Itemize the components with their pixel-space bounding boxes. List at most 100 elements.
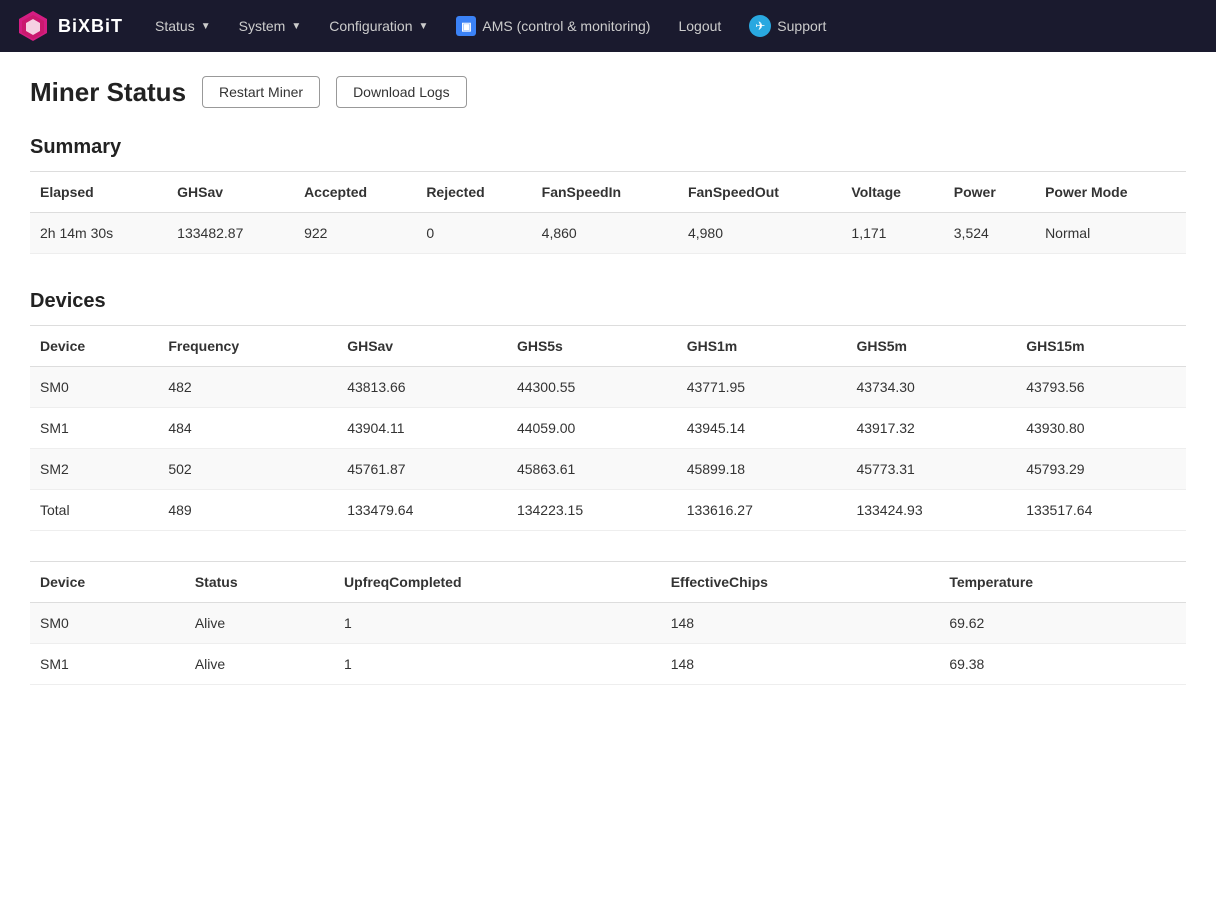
col-accepted: Accepted bbox=[294, 172, 416, 213]
chevron-down-icon: ▼ bbox=[201, 21, 211, 32]
cell-upfreq: 1 bbox=[334, 603, 661, 644]
table-row: 2h 14m 30s 133482.87 922 0 4,860 4,980 1… bbox=[30, 213, 1186, 254]
cell-ghs5m: 133424.93 bbox=[846, 490, 1016, 531]
devices-status-table: Device Status UpfreqCompleted EffectiveC… bbox=[30, 561, 1186, 685]
devices-section: Devices Device Frequency GHSav GHS5s GHS… bbox=[30, 290, 1186, 685]
cell-ghs5s: 134223.15 bbox=[507, 490, 677, 531]
col-fanspeedin: FanSpeedIn bbox=[532, 172, 678, 213]
cell-device: SM1 bbox=[30, 408, 158, 449]
cell-ghs5m: 43734.30 bbox=[846, 367, 1016, 408]
cell-frequency: 489 bbox=[158, 490, 337, 531]
cell-status: Alive bbox=[185, 644, 334, 685]
summary-title: Summary bbox=[30, 136, 1186, 159]
table-row: SM0 482 43813.66 44300.55 43771.95 43734… bbox=[30, 367, 1186, 408]
cell-ghs1m: 45899.18 bbox=[677, 449, 847, 490]
cell-frequency: 484 bbox=[158, 408, 337, 449]
col-device: Device bbox=[30, 326, 158, 367]
cell-ghs5s: 44059.00 bbox=[507, 408, 677, 449]
cell-ghsav: 43904.11 bbox=[337, 408, 507, 449]
navbar: BiXBiT Status ▼ System ▼ Configuration ▼… bbox=[0, 0, 1216, 52]
logo[interactable]: BiXBiT bbox=[16, 9, 123, 43]
col-ghs15m: GHS15m bbox=[1016, 326, 1186, 367]
cell-frequency: 482 bbox=[158, 367, 337, 408]
col-voltage: Voltage bbox=[841, 172, 943, 213]
nav-status[interactable]: Status ▼ bbox=[143, 12, 223, 40]
cell-ghs15m: 45793.29 bbox=[1016, 449, 1186, 490]
cell-device: SM2 bbox=[30, 449, 158, 490]
cell-upfreq: 1 bbox=[334, 644, 661, 685]
col-fanspeedout: FanSpeedOut bbox=[678, 172, 841, 213]
chevron-down-icon: ▼ bbox=[419, 21, 429, 32]
cell-temp: 69.38 bbox=[939, 644, 1186, 685]
nav-logout[interactable]: Logout bbox=[666, 12, 733, 40]
ams-icon: ▣ bbox=[456, 16, 476, 36]
logo-text: BiXBiT bbox=[58, 16, 123, 37]
cell-elapsed: 2h 14m 30s bbox=[30, 213, 167, 254]
col-ghsav: GHSav bbox=[337, 326, 507, 367]
download-logs-button[interactable]: Download Logs bbox=[336, 76, 467, 108]
col-temp: Temperature bbox=[939, 562, 1186, 603]
col-ghs5m: GHS5m bbox=[846, 326, 1016, 367]
devices-perf-table: Device Frequency GHSav GHS5s GHS1m GHS5m… bbox=[30, 325, 1186, 531]
cell-chips: 148 bbox=[661, 603, 940, 644]
devices-perf-body: SM0 482 43813.66 44300.55 43771.95 43734… bbox=[30, 367, 1186, 531]
devices-status-header: Device Status UpfreqCompleted EffectiveC… bbox=[30, 562, 1186, 603]
main-content: Miner Status Restart Miner Download Logs… bbox=[0, 52, 1216, 745]
cell-ghsav: 43813.66 bbox=[337, 367, 507, 408]
devices-perf-header: Device Frequency GHSav GHS5s GHS1m GHS5m… bbox=[30, 326, 1186, 367]
summary-table-body: 2h 14m 30s 133482.87 922 0 4,860 4,980 1… bbox=[30, 213, 1186, 254]
cell-ghsav: 45761.87 bbox=[337, 449, 507, 490]
cell-ghs5m: 43917.32 bbox=[846, 408, 1016, 449]
restart-miner-button[interactable]: Restart Miner bbox=[202, 76, 320, 108]
cell-ghs1m: 133616.27 bbox=[677, 490, 847, 531]
col-ghsav: GHSav bbox=[167, 172, 294, 213]
cell-voltage: 1,171 bbox=[841, 213, 943, 254]
cell-device: Total bbox=[30, 490, 158, 531]
table-row: SM0 Alive 1 148 69.62 bbox=[30, 603, 1186, 644]
col-ghs5s: GHS5s bbox=[507, 326, 677, 367]
devices-status-body: SM0 Alive 1 148 69.62 SM1 Alive 1 148 69… bbox=[30, 603, 1186, 685]
cell-device: SM1 bbox=[30, 644, 185, 685]
cell-ghs15m: 43930.80 bbox=[1016, 408, 1186, 449]
cell-ghs1m: 43945.14 bbox=[677, 408, 847, 449]
cell-ghs15m: 43793.56 bbox=[1016, 367, 1186, 408]
summary-section: Summary Elapsed GHSav Accepted Rejected … bbox=[30, 136, 1186, 254]
summary-table: Elapsed GHSav Accepted Rejected FanSpeed… bbox=[30, 171, 1186, 254]
col-device: Device bbox=[30, 562, 185, 603]
col-upfreq: UpfreqCompleted bbox=[334, 562, 661, 603]
cell-accepted: 922 bbox=[294, 213, 416, 254]
cell-chips: 148 bbox=[661, 644, 940, 685]
cell-ghs5m: 45773.31 bbox=[846, 449, 1016, 490]
col-status: Status bbox=[185, 562, 334, 603]
telegram-icon: ✈ bbox=[749, 15, 771, 37]
nav-configuration[interactable]: Configuration ▼ bbox=[317, 12, 440, 40]
cell-powermode: Normal bbox=[1035, 213, 1186, 254]
col-frequency: Frequency bbox=[158, 326, 337, 367]
cell-ghsav: 133479.64 bbox=[337, 490, 507, 531]
col-ghs1m: GHS1m bbox=[677, 326, 847, 367]
cell-ghsav: 133482.87 bbox=[167, 213, 294, 254]
cell-ghs15m: 133517.64 bbox=[1016, 490, 1186, 531]
cell-ghs5s: 45863.61 bbox=[507, 449, 677, 490]
page-header: Miner Status Restart Miner Download Logs bbox=[30, 76, 1186, 108]
page-title: Miner Status bbox=[30, 77, 186, 108]
cell-rejected: 0 bbox=[416, 213, 531, 254]
col-power: Power bbox=[944, 172, 1035, 213]
cell-fanspeedout: 4,980 bbox=[678, 213, 841, 254]
cell-ghs1m: 43771.95 bbox=[677, 367, 847, 408]
cell-device: SM0 bbox=[30, 367, 158, 408]
table-row: SM2 502 45761.87 45863.61 45899.18 45773… bbox=[30, 449, 1186, 490]
cell-power: 3,524 bbox=[944, 213, 1035, 254]
cell-status: Alive bbox=[185, 603, 334, 644]
devices-title: Devices bbox=[30, 290, 1186, 313]
nav-system[interactable]: System ▼ bbox=[227, 12, 314, 40]
nav-support[interactable]: ✈ Support bbox=[737, 9, 838, 43]
table-row: Total 489 133479.64 134223.15 133616.27 … bbox=[30, 490, 1186, 531]
table-row: SM1 Alive 1 148 69.38 bbox=[30, 644, 1186, 685]
col-rejected: Rejected bbox=[416, 172, 531, 213]
col-chips: EffectiveChips bbox=[661, 562, 940, 603]
nav-ams[interactable]: ▣ AMS (control & monitoring) bbox=[444, 10, 662, 42]
logo-icon bbox=[16, 9, 50, 43]
summary-table-header: Elapsed GHSav Accepted Rejected FanSpeed… bbox=[30, 172, 1186, 213]
cell-ghs5s: 44300.55 bbox=[507, 367, 677, 408]
